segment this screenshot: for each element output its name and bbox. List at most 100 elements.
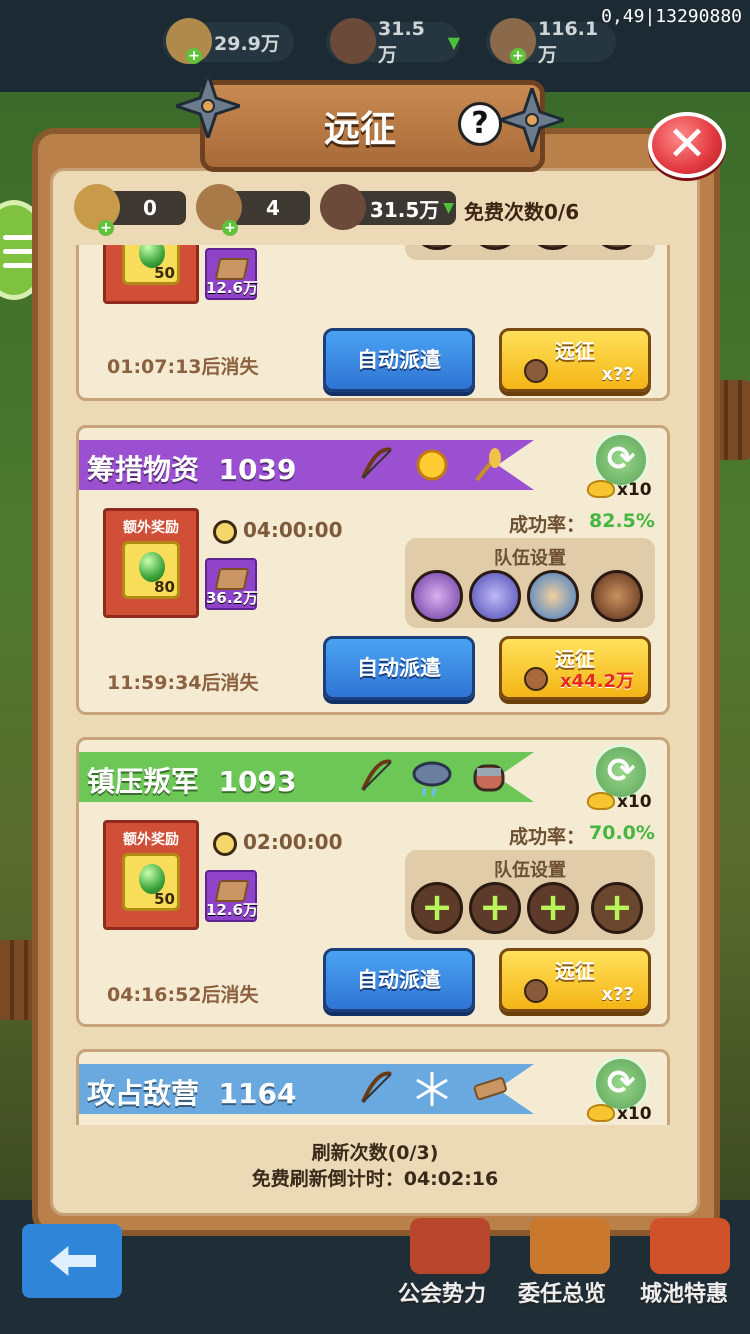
free-count: 免费次数0/6 [464, 200, 580, 224]
gold-ingot-icon [587, 792, 615, 810]
extra-reward-label: 额外奖励 [123, 832, 179, 848]
empty-slot[interactable]: + [591, 882, 643, 934]
nav-city-deals[interactable]: 城池特惠 [640, 1276, 728, 1308]
debug-id: 0,49|13290880 [601, 6, 742, 27]
bear-icon [524, 667, 548, 691]
empty-slot[interactable]: + [469, 245, 521, 250]
team-setup-label: 队伍设置 [494, 548, 566, 569]
auto-dispatch-button[interactable]: 自动派遣 [323, 328, 475, 392]
expedition-button-label: 远征 [555, 339, 595, 363]
page-title: 远征 [323, 109, 396, 150]
wood-bundle-count-value: 4 [266, 196, 280, 220]
expedition-button[interactable]: 远征 x?? [499, 948, 651, 1012]
expedition-button[interactable]: 远征 x44.2万 [499, 636, 651, 700]
success-rate-value: 70.0% [589, 822, 655, 844]
shield-icon [524, 359, 548, 383]
bow-icon [361, 447, 392, 479]
mission-duration: 04:00:00 [243, 518, 343, 542]
mission-banner: 攻占敌营 1164 [79, 1064, 534, 1114]
auto-dispatch-button[interactable]: 自动派遣 [323, 948, 475, 1012]
empty-slot[interactable]: + [469, 882, 521, 934]
nav-guild-power[interactable]: 公会势力 [398, 1276, 486, 1308]
empty-slot[interactable]: + [411, 245, 463, 250]
gem-count: 50 [154, 264, 175, 282]
plus-icon: + [186, 48, 202, 64]
storm-cloud-icon [412, 761, 452, 797]
nav-delegate-overview[interactable]: 委任总览 [518, 1276, 606, 1308]
close-button[interactable]: ✕ [648, 112, 726, 178]
mission-title: 镇压叛军 1093 [87, 765, 297, 798]
wood-reward: 12.6万 [205, 248, 258, 300]
team-setup: 队伍设置 [405, 538, 655, 628]
refresh-count: 刷新次数(0/3) [311, 1142, 439, 1164]
clock-icon [213, 832, 237, 856]
ticket-count-value: 0 [143, 196, 157, 220]
hero-avatar[interactable] [411, 570, 463, 622]
success-rate-value: 82.5% [589, 510, 655, 532]
help-button[interactable]: ? [458, 102, 502, 146]
shuriken-icon [500, 88, 564, 152]
expedition-button[interactable]: 远征 x?? [499, 328, 651, 392]
empty-slot[interactable]: + [411, 882, 463, 934]
resource-wood[interactable]: + 116.1万 [486, 18, 616, 66]
warrior-icon [330, 18, 376, 64]
plus-icon: + [510, 48, 526, 64]
bow-icon [361, 759, 392, 791]
helmet-icon [473, 764, 505, 792]
resource-wheat[interactable]: + 29.9万 [162, 18, 294, 64]
expire-timer: 04:16:52后消失 [107, 984, 259, 1006]
back-arrow-icon [50, 1246, 96, 1276]
gem-reward: 50 [122, 245, 180, 285]
expire-timer: 01:07:13后消失 [107, 356, 259, 378]
team-setup: 队伍设置 + + + + [405, 850, 655, 940]
auto-dispatch-button[interactable]: 自动派遣 [323, 636, 475, 700]
refresh-cost: x10 [617, 792, 652, 812]
wood-count: 36.2万 [205, 589, 258, 607]
wheat-icon [475, 448, 501, 482]
warrior-count-value: 31.5万 [369, 197, 440, 222]
empty-slot[interactable]: + [527, 245, 579, 250]
success-rate-label: 成功率： [509, 826, 586, 848]
wood-reward: 36.2万 [205, 558, 258, 610]
resource-warrior[interactable]: 31.5万 ▼ [326, 18, 460, 66]
gem-count: 80 [154, 578, 175, 596]
expedition-button-label: 远征 [555, 959, 595, 983]
hero-avatar[interactable] [591, 570, 643, 622]
mission-banner: 镇压叛军 1093 [79, 752, 534, 802]
expedition-list[interactable]: 50 12.6万 + + + + 01:07:13后消失 自动派遣 远征 x??… [70, 245, 675, 1125]
shuriken-icon [176, 74, 240, 138]
expedition-card: 镇压叛军 1093 ⟳ x10 额外奖励 50 12.6万 02:00:00 成… [76, 737, 670, 1027]
plus-icon[interactable]: + [98, 220, 114, 236]
triangle-down-icon: ▼ [447, 32, 460, 52]
back-button[interactable] [22, 1224, 122, 1298]
refresh-cost: x10 [617, 480, 652, 500]
bow-icon [361, 1071, 392, 1103]
mission-duration: 02:00:00 [243, 830, 343, 854]
expire-timer: 11:59:34后消失 [107, 672, 259, 694]
scroll-ticket-icon[interactable] [74, 184, 120, 230]
extra-reward-label: 额外奖励 [123, 520, 179, 536]
hero-avatar[interactable] [469, 570, 521, 622]
refresh-cost: x10 [617, 1104, 652, 1124]
expedition-cost: x?? [601, 984, 635, 1005]
empty-slot[interactable]: + [527, 882, 579, 934]
plus-icon[interactable]: + [222, 220, 238, 236]
empty-slot[interactable]: + [591, 245, 643, 250]
gem-reward: 50 [122, 853, 180, 911]
triangle-down-icon: ▼ [443, 200, 455, 216]
gold-ingot-icon [587, 480, 615, 498]
gem-reward: 80 [122, 541, 180, 599]
refresh-countdown: 免费刷新倒计时：04:02:16 [251, 1168, 499, 1190]
wood-count: 12.6万 [205, 901, 258, 919]
mission-banner: 筹措物资 1039 [79, 440, 534, 490]
delegate-icon [530, 1218, 610, 1274]
mission-title: 筹措物资 1039 [87, 453, 297, 486]
expedition-card: 50 12.6万 + + + + 01:07:13后消失 自动派遣 远征 x?? [76, 245, 670, 401]
wood-icon [473, 1077, 507, 1101]
hero-avatar[interactable] [527, 570, 579, 622]
team-setup: + + + + [405, 245, 655, 260]
snowflake-icon [416, 1072, 448, 1106]
shield-icon [524, 979, 548, 1003]
team-setup-label: 队伍设置 [494, 860, 566, 881]
resource-warrior-value: 31.5万 [378, 17, 425, 66]
